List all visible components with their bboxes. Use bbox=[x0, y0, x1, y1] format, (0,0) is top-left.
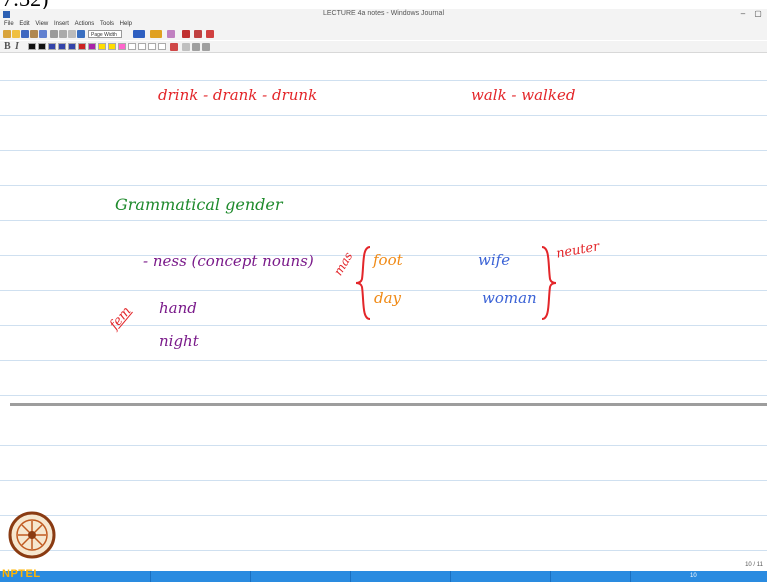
cut-icon[interactable] bbox=[50, 30, 58, 38]
bold-button[interactable]: B bbox=[4, 41, 11, 52]
taskbar-separator bbox=[630, 571, 631, 582]
zoom-in-icon[interactable] bbox=[192, 43, 200, 51]
note-hand: hand bbox=[159, 299, 197, 317]
ruled-line bbox=[0, 220, 767, 221]
menu-file[interactable]: File bbox=[4, 21, 14, 27]
note-woman: woman bbox=[482, 289, 537, 307]
swatch-black-2[interactable] bbox=[38, 43, 46, 50]
swatch-yellow[interactable] bbox=[98, 43, 106, 50]
menu-insert[interactable]: Insert bbox=[54, 21, 69, 27]
note-wife: wife bbox=[478, 251, 511, 269]
note-fem: fem bbox=[107, 303, 135, 333]
swatch-red[interactable] bbox=[78, 43, 86, 50]
swatch-blue-3[interactable] bbox=[68, 43, 76, 50]
neuter-brace-icon bbox=[541, 246, 557, 320]
taskbar-separator bbox=[550, 571, 551, 582]
window-title: LECTURE 4a notes - Windows Journal bbox=[323, 10, 444, 17]
ruled-line bbox=[0, 185, 767, 186]
taskbar-separator bbox=[350, 571, 351, 582]
taskbar-separator bbox=[150, 571, 151, 582]
mas-brace-icon bbox=[355, 246, 371, 320]
swatch-yellow-2[interactable] bbox=[108, 43, 116, 50]
insert-space-icon[interactable] bbox=[194, 30, 202, 38]
top-crop: 7:32) bbox=[0, 0, 767, 9]
print-icon[interactable] bbox=[30, 30, 38, 38]
new-note-icon[interactable] bbox=[3, 30, 11, 38]
format-toolbar: B I bbox=[0, 41, 767, 53]
lasso-select-icon[interactable] bbox=[182, 30, 190, 38]
menu-bar: File Edit View Insert Actions Tools Help bbox=[0, 20, 767, 29]
zoom-out-icon[interactable] bbox=[202, 43, 210, 51]
menu-tools[interactable]: Tools bbox=[100, 21, 114, 27]
zoom-select[interactable]: Page Width bbox=[88, 30, 122, 38]
ruled-line bbox=[0, 445, 767, 446]
ruled-line bbox=[0, 515, 767, 516]
note-foot: foot bbox=[373, 251, 403, 269]
note-night: night bbox=[159, 332, 199, 350]
note-drink-drank-drunk: drink - drank - drunk bbox=[158, 86, 318, 104]
top-crop-text: 7:32) bbox=[2, 0, 48, 9]
swatch-black[interactable] bbox=[28, 43, 36, 50]
page-number: 10 / 11 bbox=[745, 562, 763, 568]
undo-icon[interactable] bbox=[77, 30, 85, 38]
open-folder-icon[interactable] bbox=[12, 30, 20, 38]
taskbar-separator bbox=[450, 571, 451, 582]
taskbar-separator bbox=[250, 571, 251, 582]
ruled-line bbox=[0, 150, 767, 151]
swatch-blue[interactable] bbox=[48, 43, 56, 50]
swatch-white[interactable] bbox=[128, 43, 136, 50]
ruled-line bbox=[0, 115, 767, 116]
swatch-white-2[interactable] bbox=[138, 43, 146, 50]
swatch-purple[interactable] bbox=[88, 43, 96, 50]
find-icon[interactable] bbox=[39, 30, 47, 38]
color-picker-icon[interactable] bbox=[170, 43, 178, 51]
copy-icon[interactable] bbox=[59, 30, 67, 38]
save-icon[interactable] bbox=[21, 30, 29, 38]
note-mas: mas bbox=[331, 249, 356, 278]
standard-toolbar: Page Width bbox=[0, 29, 767, 40]
note-walk-walked: walk - walked bbox=[471, 86, 576, 104]
note-ness-concept-nouns: - ness (concept nouns) bbox=[143, 252, 314, 270]
swatch-blue-2[interactable] bbox=[58, 43, 66, 50]
ruled-line bbox=[0, 80, 767, 81]
ruled-line bbox=[0, 550, 767, 551]
note-neuter: neuter bbox=[555, 239, 601, 262]
menu-help[interactable]: Help bbox=[120, 21, 132, 27]
pen-tool-icon[interactable] bbox=[133, 30, 145, 38]
paste-icon[interactable] bbox=[68, 30, 76, 38]
swatch-white-4[interactable] bbox=[158, 43, 166, 50]
lasso-icon[interactable] bbox=[182, 43, 190, 51]
minimize-button[interactable]: – bbox=[737, 9, 749, 19]
page-break-divider bbox=[10, 403, 767, 406]
menu-actions[interactable]: Actions bbox=[75, 21, 95, 27]
ruled-line bbox=[0, 480, 767, 481]
nptel-logo-icon bbox=[8, 511, 56, 559]
taskbar-page-number: 10 bbox=[690, 573, 697, 579]
swatch-white-3[interactable] bbox=[148, 43, 156, 50]
note-day: day bbox=[374, 289, 402, 307]
menu-edit[interactable]: Edit bbox=[19, 21, 29, 27]
swatch-pink[interactable] bbox=[118, 43, 126, 50]
maximize-button[interactable]: ▢ bbox=[752, 9, 764, 19]
hand-pan-icon[interactable] bbox=[206, 30, 214, 38]
note-page[interactable]: drink - drank - drunk walk - walked Gram… bbox=[0, 53, 767, 571]
ruled-line bbox=[0, 395, 767, 396]
eraser-icon[interactable] bbox=[167, 30, 175, 38]
ruled-line bbox=[0, 360, 767, 361]
note-grammatical-gender: Grammatical gender bbox=[115, 195, 283, 214]
menu-view[interactable]: View bbox=[35, 21, 48, 27]
taskbar: NPTEL 10 bbox=[0, 568, 767, 582]
highlighter-icon[interactable] bbox=[150, 30, 162, 38]
nptel-logo-text: NPTEL bbox=[2, 568, 41, 580]
italic-button[interactable]: I bbox=[15, 41, 19, 52]
